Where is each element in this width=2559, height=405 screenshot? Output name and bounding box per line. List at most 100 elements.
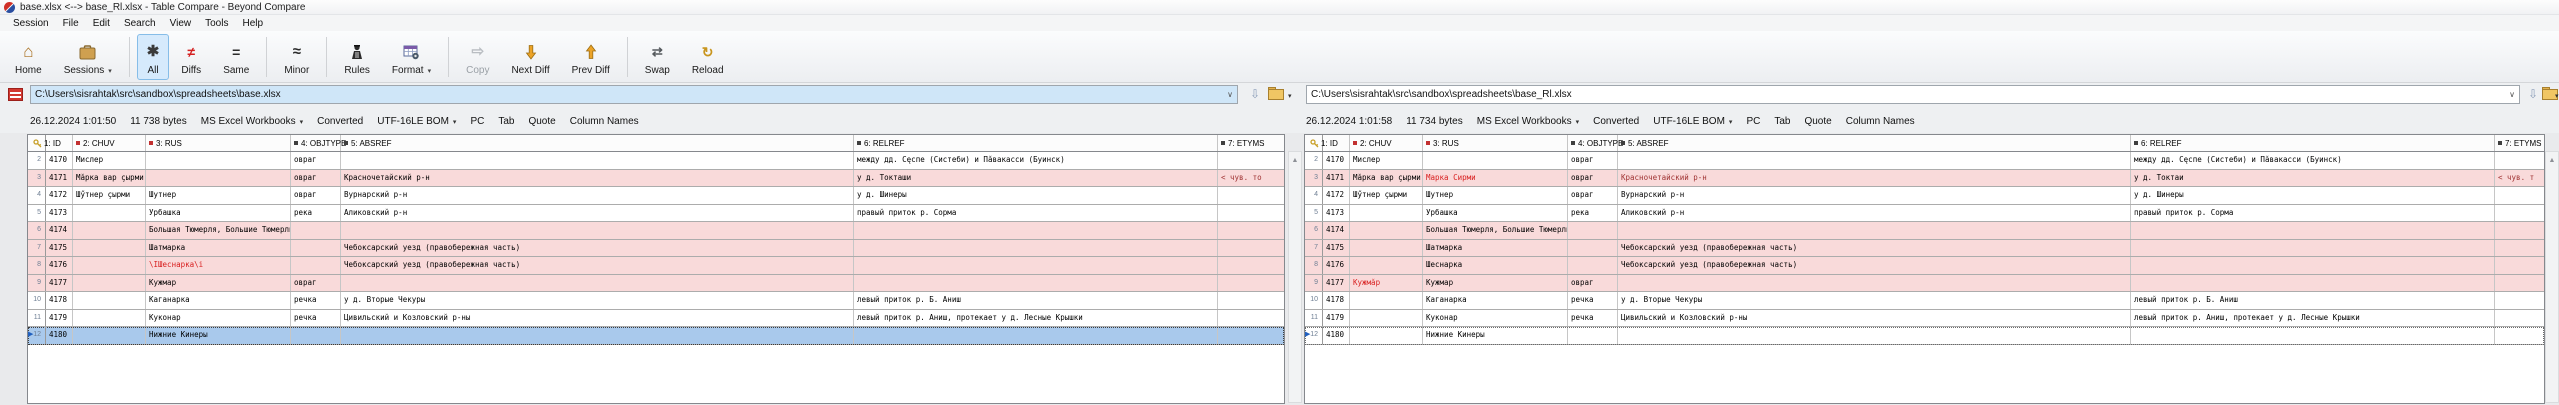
scroll-up-icon[interactable]: ▲ (2546, 157, 2558, 165)
right-pane-vertical-scrollbar[interactable]: ▲ (2545, 151, 2559, 403)
cell[interactable]: у д. Вторые Чекуры (1618, 292, 2131, 309)
file-path-input-right[interactable]: C:\Users\sisrahtak\src\sandbox\spreadshe… (1306, 85, 2520, 104)
sessions-button[interactable]: Sessions▾ (54, 34, 122, 80)
cell[interactable]: Кужмар (146, 275, 291, 292)
cell[interactable]: у д. Токтаи (2131, 170, 2495, 187)
table-row[interactable]: ▶124180Нижние Кинеры (28, 327, 1284, 345)
cell[interactable] (1568, 327, 1618, 344)
cell[interactable]: Урбашка (1423, 205, 1568, 222)
cell[interactable] (1218, 187, 1284, 204)
cell[interactable]: овраг (291, 187, 341, 204)
table-row[interactable]: 24170Мислероврагмежду дд. Сęспе (Систеби… (1305, 152, 2544, 170)
cell[interactable] (2495, 152, 2544, 169)
cell[interactable]: 4173 (46, 205, 73, 222)
cell[interactable]: правый приток р. Сорма (2131, 205, 2495, 222)
cell[interactable]: речка (1568, 292, 1618, 309)
cell[interactable]: овраг (1568, 187, 1618, 204)
table-row[interactable]: 44172Шӳтнер çырмиШутнероврагВурнарский р… (28, 187, 1284, 205)
table-row[interactable]: 84176\IШеснарка\iЧебоксарский уезд (прав… (28, 257, 1284, 275)
cell[interactable] (1218, 257, 1284, 274)
column-header-relref[interactable]: 6: RELREF (2131, 135, 2495, 151)
table-row[interactable]: 64174Большая Тюмерля, Большие Тюмерли (28, 222, 1284, 240)
cell[interactable]: Красночетайский р-н (341, 170, 854, 187)
cell[interactable]: 4171 (1323, 170, 1350, 187)
cell[interactable] (73, 275, 146, 292)
table-row[interactable]: 54173УрбашкарекаАликовский р-нправый при… (28, 205, 1284, 223)
cell[interactable]: Чебоксарский уезд (правобережная часть) (341, 257, 854, 274)
cell[interactable]: Каганарка (146, 292, 291, 309)
cell[interactable] (854, 275, 1218, 292)
column-header-rus[interactable]: 3: RUS (1423, 135, 1568, 151)
cell[interactable]: Мислер (1350, 152, 1423, 169)
cell[interactable]: овраг (1568, 170, 1618, 187)
column-header-relref[interactable]: 6: RELREF (854, 135, 1218, 151)
cell[interactable] (1350, 327, 1423, 344)
cell[interactable]: 4172 (46, 187, 73, 204)
table-row[interactable]: 84176ШеснаркаЧебоксарский уезд (правобер… (1305, 257, 2544, 275)
format-button[interactable]: Format▾ (382, 34, 441, 80)
cell[interactable]: Аликовский р-н (1618, 205, 2131, 222)
cell[interactable]: овраг (291, 275, 341, 292)
cell[interactable] (1350, 292, 1423, 309)
cell[interactable] (1350, 205, 1423, 222)
table-row[interactable]: 114179КуконарречкаЦивильский и Козловски… (1305, 310, 2544, 328)
cell[interactable] (854, 240, 1218, 257)
combo-dropdown-icon[interactable]: ∨ (1227, 90, 1233, 99)
cell[interactable]: 4178 (46, 292, 73, 309)
column-header-absref[interactable]: 5: ABSREF (341, 135, 854, 151)
cell[interactable]: Марка Сирми (1423, 170, 1568, 187)
cell[interactable]: речка (1568, 310, 1618, 327)
table-row[interactable]: 64174Большая Тюмерля, Большие Тюмерли (1305, 222, 2544, 240)
cell[interactable]: левый приток р. Аниш, протекает у д. Лес… (2131, 310, 2495, 327)
cell[interactable] (854, 257, 1218, 274)
cell[interactable]: 4175 (46, 240, 73, 257)
info-item[interactable]: MS Excel Workbooks▾ (201, 116, 303, 127)
column-header-rus[interactable]: 3: RUS (146, 135, 291, 151)
chevron-down-icon[interactable]: ▾ (108, 67, 112, 75)
file-path-input-left[interactable]: C:\Users\sisrahtak\src\sandbox\spreadshe… (30, 85, 1238, 104)
cell[interactable]: 4178 (1323, 292, 1350, 309)
next-diff-button[interactable]: Next Diff (501, 34, 559, 80)
cell[interactable] (291, 327, 341, 344)
cell[interactable] (2495, 275, 2544, 292)
cell[interactable]: у д. Шинеры (854, 187, 1218, 204)
swap-sides-arrow-icon-right[interactable]: ⇩ (2526, 86, 2540, 103)
cell[interactable] (1618, 152, 2131, 169)
cell[interactable]: 4173 (1323, 205, 1350, 222)
cell[interactable] (73, 240, 146, 257)
column-header-chuv[interactable]: 2: CHUV (1350, 135, 1423, 151)
cell[interactable] (1618, 275, 2131, 292)
cell[interactable]: Цивильский и Козловский р-ны (1618, 310, 2131, 327)
chevron-down-icon[interactable]: ▾ (1729, 118, 1733, 126)
cell[interactable] (2131, 240, 2495, 257)
table-row[interactable]: 74175ШатмаркаЧебоксарский уезд (правобер… (28, 240, 1284, 258)
minor-button[interactable]: ≈Minor (274, 34, 319, 80)
cell[interactable] (2131, 222, 2495, 239)
cell[interactable]: Шутнер (1423, 187, 1568, 204)
chevron-down-icon[interactable]: ▾ (428, 67, 432, 75)
column-header-objtype[interactable]: 4: OBJTYPE (1568, 135, 1618, 151)
table-row[interactable]: 54173УрбашкарекаАликовский р-нправый при… (1305, 205, 2544, 223)
cell[interactable]: Мăрка вар çырми (1350, 170, 1423, 187)
cell[interactable]: < чув. т (2495, 170, 2544, 187)
cell[interactable]: левый приток р. Б. Аниш (854, 292, 1218, 309)
all-button[interactable]: ✱All (137, 34, 170, 80)
cell[interactable] (73, 257, 146, 274)
cell[interactable]: овраг (1568, 275, 1618, 292)
table-row[interactable]: 104178Каганаркаречкау д. Вторые Чекурыле… (1305, 292, 2544, 310)
column-header-id[interactable]: 1: ID (1323, 135, 1350, 151)
cell[interactable]: 4170 (1323, 152, 1350, 169)
cell[interactable] (2495, 222, 2544, 239)
column-header-objtype[interactable]: 4: OBJTYPE (291, 135, 341, 151)
cell[interactable]: речка (291, 310, 341, 327)
cell[interactable] (146, 170, 291, 187)
menu-item-edit[interactable]: Edit (86, 17, 117, 30)
reload-button[interactable]: ↻Reload (682, 34, 734, 80)
menu-item-help[interactable]: Help (235, 17, 270, 30)
cell[interactable] (854, 327, 1218, 344)
cell[interactable]: Мислер (73, 152, 146, 169)
cell[interactable] (1350, 222, 1423, 239)
cell[interactable]: Чебоксарский уезд (правобережная часть) (341, 240, 854, 257)
cell[interactable]: 4174 (1323, 222, 1350, 239)
column-header-absref[interactable]: 5: ABSREF (1618, 135, 2131, 151)
